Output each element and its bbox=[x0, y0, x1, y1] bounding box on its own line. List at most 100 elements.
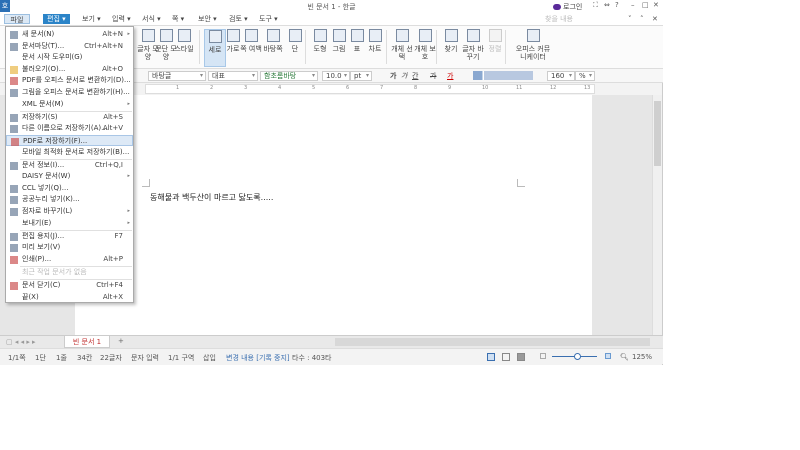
zoom-unit-select[interactable]: % bbox=[575, 71, 595, 81]
file-menu-item[interactable]: 미리 보기(V) bbox=[6, 242, 133, 254]
ribbon-button-12[interactable]: 개체 선택 bbox=[391, 29, 413, 61]
find-icon bbox=[444, 29, 458, 42]
ribbon-button-7[interactable]: 단 bbox=[284, 29, 306, 53]
ribbon-button-14[interactable]: 찾기 bbox=[440, 29, 462, 53]
ribbon-button-label: 표 bbox=[353, 45, 361, 53]
horizontal-ruler[interactable]: 1 2 3 4 5 6 7 8 9 10 11 12 13 bbox=[145, 84, 595, 94]
maximize-button[interactable]: □ bbox=[642, 1, 649, 9]
font-select[interactable]: 함초롬바탕 bbox=[260, 71, 318, 81]
underline-button[interactable]: 간 bbox=[412, 71, 418, 81]
menu-format[interactable]: 서식 ▾ bbox=[138, 14, 165, 24]
page-view-icon[interactable] bbox=[487, 353, 495, 361]
file-menu-item[interactable]: 문서마당(T)... Ctrl+Alt+N bbox=[6, 41, 133, 53]
ribbon-button-label: 정렬 bbox=[488, 45, 502, 53]
file-menu-item[interactable]: 끝(X) Alt+X bbox=[6, 292, 133, 304]
preview-icon bbox=[10, 244, 18, 253]
menu-item-label: 다른 이름으로 저장하기(A)... bbox=[22, 124, 108, 133]
file-menu-item[interactable]: 문서 정보(I)... Ctrl+Q,I bbox=[6, 160, 133, 172]
menu-item-shortcut: Ctrl+F4 bbox=[96, 281, 123, 290]
chart-icon bbox=[368, 29, 382, 42]
file-menu-item[interactable]: PDF를 오피스 문서로 변환하기(D)... bbox=[6, 75, 133, 87]
font-size-input[interactable]: 10.0 bbox=[322, 71, 350, 81]
strikethrough-button[interactable]: 가 bbox=[430, 71, 436, 81]
font-color-button[interactable]: 가 bbox=[447, 71, 453, 81]
full-view-icon[interactable] bbox=[517, 353, 525, 361]
ruler-tick: 2 bbox=[210, 85, 214, 91]
horizontal-scrollbar[interactable] bbox=[335, 338, 650, 346]
file-menu-item[interactable]: 새 문서(N) Alt+N ▸ bbox=[6, 29, 133, 41]
menu-view[interactable]: 보기 ▾ bbox=[78, 14, 105, 24]
file-menu-item[interactable]: 인쇄(P)... Alt+P bbox=[6, 254, 133, 266]
vertical-scrollbar[interactable] bbox=[652, 95, 662, 335]
menu-security[interactable]: 보안 ▾ bbox=[194, 14, 221, 24]
ribbon-button-15[interactable]: 글자 바꾸기 bbox=[462, 29, 484, 61]
tab-doc1[interactable]: 빈 문서 1 bbox=[64, 336, 110, 348]
tab-nav-arrows[interactable]: ▢ ◂ ◂ ▸ ▸ bbox=[6, 338, 36, 346]
file-menu-item[interactable]: 편집 용지(J)... F7 bbox=[6, 231, 133, 243]
file-menu-item[interactable]: 불러오기(O)... Alt+O bbox=[6, 64, 133, 76]
file-menu-item[interactable]: 보내기(E) ▸ bbox=[6, 218, 133, 230]
close-button[interactable]: ✕ bbox=[653, 1, 659, 9]
login-button[interactable]: 로그인 bbox=[553, 2, 582, 12]
ribbon-collapse-icon[interactable]: ˅ bbox=[628, 15, 632, 23]
unit-select[interactable]: pt bbox=[350, 71, 372, 81]
align-buttons[interactable] bbox=[473, 71, 533, 80]
document-page[interactable]: 동해물과 백두산이 마르고 닳도록..... bbox=[75, 95, 592, 335]
ribbon-button-6[interactable]: 바탕쪽 bbox=[262, 29, 284, 53]
scroll-thumb[interactable] bbox=[654, 101, 661, 166]
menu-review[interactable]: 검토 ▾ bbox=[225, 14, 252, 24]
ribbon-button-11[interactable]: 차트 bbox=[364, 29, 386, 53]
menu-item-shortcut: Alt+X bbox=[102, 292, 123, 301]
file-menu-item[interactable]: 모바일 최적화 문서로 저장하기(B)... bbox=[6, 147, 133, 159]
add-tab-button[interactable]: + bbox=[118, 337, 124, 345]
help-icon[interactable]: ? bbox=[615, 1, 619, 9]
document-text[interactable]: 동해물과 백두산이 마르고 닳도록..... bbox=[150, 192, 273, 203]
search-input[interactable]: 찾을 내용 bbox=[545, 14, 573, 24]
zoom-search-icon[interactable]: 🔍︎ bbox=[620, 353, 629, 361]
style-select[interactable]: 바탕글 bbox=[148, 71, 206, 81]
zoom-input[interactable]: 160 bbox=[547, 71, 575, 81]
bold-button[interactable]: 가 bbox=[390, 71, 396, 81]
ribbon-button-2[interactable]: 스타일 bbox=[173, 29, 195, 53]
file-menu-item[interactable]: 저장하기(S) Alt+S bbox=[6, 112, 133, 124]
menu-edit[interactable]: 편집 ▾ bbox=[43, 14, 70, 24]
save-icon bbox=[10, 113, 18, 122]
file-menu-item[interactable]: 공공누리 넣기(K)... bbox=[6, 194, 133, 206]
menu-insert[interactable]: 입력 ▾ bbox=[108, 14, 135, 24]
menu-page[interactable]: 쪽 ▾ bbox=[168, 14, 188, 24]
file-menu-item[interactable]: DAISY 문서(W) ▸ bbox=[6, 171, 133, 183]
file-menu-item[interactable]: 그림을 오피스 문서로 변환하기(H)... bbox=[6, 87, 133, 99]
ribbon-button-16[interactable]: 정렬 bbox=[484, 29, 506, 53]
language-select[interactable]: 대표 bbox=[208, 71, 258, 81]
restore-layout-icon[interactable]: ⇔ bbox=[604, 1, 610, 9]
menu-file[interactable]: 파일 bbox=[4, 14, 30, 24]
status-track-changes[interactable]: 변경 내용 [기록 중지] bbox=[226, 353, 290, 363]
close-doc-button[interactable]: ✕ bbox=[652, 15, 658, 23]
menu-tools[interactable]: 도구 ▾ bbox=[255, 14, 282, 24]
zoom-slider-handle[interactable] bbox=[574, 353, 581, 360]
fullscreen-icon[interactable]: ⛶ bbox=[593, 1, 598, 10]
file-menu-item[interactable]: PDF로 저장하기(F)... bbox=[6, 134, 133, 147]
file-menu-item[interactable]: 문서 닫기(C) Ctrl+F4 bbox=[6, 280, 133, 292]
file-menu-item[interactable]: XML 문서(M) ▸ bbox=[6, 99, 133, 111]
status-insert[interactable]: 삽입 bbox=[203, 353, 216, 363]
ribbon-button-5[interactable]: 쪽 여백 bbox=[240, 29, 262, 53]
ribbon-button-label: 바탕쪽 bbox=[263, 45, 283, 53]
italic-button[interactable]: 가 bbox=[401, 71, 407, 81]
zoom-in-button[interactable] bbox=[605, 353, 611, 359]
ruler-tick: 1 bbox=[176, 85, 180, 91]
zoom-out-button[interactable] bbox=[540, 353, 546, 359]
file-menu-item[interactable]: 다른 이름으로 저장하기(A)... Alt+V bbox=[6, 123, 133, 135]
ribbon-button-17[interactable]: 오피스 커뮤니케이터 bbox=[515, 29, 551, 61]
file-menu-item[interactable]: CCL 넣기(Q)... bbox=[6, 183, 133, 195]
status-section: 1단 bbox=[35, 354, 46, 362]
file-menu: 새 문서(N) Alt+N ▸ 문서마당(T)... Ctrl+Alt+N 문서 시작 도… bbox=[5, 26, 134, 303]
ribbon-expand-icon[interactable]: ˄ bbox=[640, 15, 644, 23]
margin-corner-mark bbox=[142, 179, 150, 187]
width-view-icon[interactable] bbox=[502, 353, 510, 361]
status-zoom[interactable]: 125% bbox=[632, 353, 652, 361]
minimize-button[interactable]: – bbox=[631, 1, 635, 9]
ribbon-button-13[interactable]: 개체 보호 bbox=[414, 29, 436, 61]
file-menu-item[interactable]: 점자로 바꾸기(L) ▸ bbox=[6, 206, 133, 218]
file-menu-item[interactable]: 문서 시작 도우미(G) bbox=[6, 52, 133, 64]
